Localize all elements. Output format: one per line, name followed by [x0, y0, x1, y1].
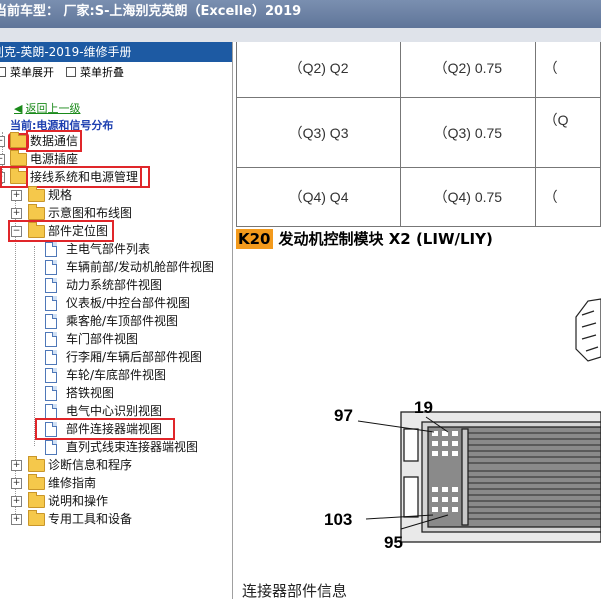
- table-cell: （: [534, 167, 601, 227]
- manual-header-text: 别克-英朗-2019-维修手册: [0, 45, 132, 59]
- table-cell: （Q4) Q4: [236, 167, 402, 227]
- expand-menu-label: 菜单展开: [10, 66, 54, 79]
- document-icon: [45, 242, 57, 257]
- table-cell: （Q3) 0.75: [400, 97, 536, 168]
- document-icon: [45, 332, 57, 347]
- collapse-menu-label: 菜单折叠: [80, 66, 124, 79]
- tree-item-label: 规格: [48, 188, 73, 202]
- content-pane: （Q2) Q2 （Q2) 0.75 （ （Q3) Q3 （Q3) 0.75 （Q…: [236, 42, 601, 599]
- table-cell: （: [534, 42, 601, 98]
- expand-toggle-icon[interactable]: +: [0, 154, 5, 165]
- expand-icon: [0, 67, 6, 77]
- document-icon: [45, 440, 57, 455]
- document-icon: [45, 350, 57, 365]
- tree-item-label: 说明和操作: [48, 494, 109, 508]
- connector-info-heading: 连接器部件信息: [242, 582, 348, 599]
- table-cell: （Q2) 0.75: [400, 42, 536, 98]
- section-heading: K20 发动机控制模块 X2 (LIW/LIY): [236, 228, 493, 249]
- expand-toggle-icon[interactable]: +: [11, 496, 22, 507]
- folder-icon: [28, 186, 45, 202]
- tree-item-label: 示意图和布线图: [48, 206, 133, 220]
- tree-item-label: 车门部件视图: [66, 332, 139, 346]
- menu-toolbar: 菜单展开 菜单折叠: [0, 62, 232, 84]
- table-row: （Q3) Q3 （Q3) 0.75 （Q: [236, 97, 601, 168]
- folder-icon: [28, 204, 45, 220]
- collapse-icon: [66, 67, 76, 77]
- back-link-label: 返回上一级: [25, 102, 81, 115]
- folder-icon: [10, 150, 27, 166]
- tree-item-label: 车辆前部/发动机舱部件视图: [66, 260, 215, 274]
- document-icon: [45, 260, 57, 275]
- collapse-menu-button[interactable]: 菜单折叠: [66, 62, 124, 84]
- pin-table: （Q2) Q2 （Q2) 0.75 （ （Q3) Q3 （Q3) 0.75 （Q…: [236, 42, 601, 227]
- expand-toggle-icon[interactable]: +: [11, 190, 22, 201]
- folder-icon: [28, 492, 45, 508]
- folder-icon: [28, 510, 45, 526]
- tree-item-label: 电气中心识别视图: [66, 404, 163, 418]
- expand-toggle-icon[interactable]: +: [0, 136, 5, 147]
- document-icon: [45, 368, 57, 383]
- tree-item-label: 数据通信: [25, 130, 83, 152]
- tree-item-label: 维修指南: [48, 476, 97, 490]
- back-arrow-icon: ◀: [14, 102, 23, 115]
- current-location: 当前:电源和信号分布: [10, 119, 114, 132]
- expand-toggle-icon[interactable]: +: [11, 478, 22, 489]
- expand-menu-button[interactable]: 菜单展开: [0, 62, 54, 84]
- tree-item-label: 车轮/车底部件视图: [66, 368, 167, 382]
- table-cell: （Q4) 0.75: [400, 167, 536, 227]
- tree-item-label: 电源插座: [30, 152, 79, 166]
- folder-icon: [8, 132, 29, 150]
- pin-label: 19: [414, 398, 433, 417]
- highlight-box: [8, 220, 114, 242]
- table-cell: （Q3) Q3: [236, 97, 402, 168]
- highlight-box: [35, 418, 175, 440]
- title-bar-text: 当前车型： 厂家:S-上海别克英朗（Excelle）2019: [0, 4, 302, 19]
- tree-connector: [34, 246, 35, 446]
- tree-item-label: 搭铁视图: [66, 386, 115, 400]
- table-row: （Q2) Q2 （Q2) 0.75 （: [236, 42, 601, 98]
- manual-header: 别克-英朗-2019-维修手册: [0, 42, 232, 62]
- tree-item-label: 专用工具和设备: [48, 512, 133, 526]
- tree-item-label: 行李厢/车辆后部部件视图: [66, 350, 203, 364]
- expand-toggle-icon[interactable]: +: [11, 460, 22, 471]
- document-icon: [45, 404, 57, 419]
- connector-side-view: [575, 298, 601, 362]
- document-icon: [45, 278, 57, 293]
- highlight-box: [0, 166, 150, 188]
- back-link[interactable]: ◀ 返回上一级: [14, 100, 80, 116]
- left-navigation-panel: 别克-英朗-2019-维修手册 菜单展开 菜单折叠 ◀ 返回上一级 当前:电源和信…: [0, 42, 233, 599]
- document-icon: [45, 314, 57, 329]
- pin-label: 95: [384, 533, 403, 552]
- document-icon: [45, 386, 57, 401]
- tree-connector: [15, 192, 16, 522]
- tree-item-label: 直列式线束连接器端视图: [66, 440, 199, 454]
- table-cell: （Q: [534, 97, 601, 168]
- pin-label: 97: [334, 406, 353, 425]
- title-bar: 当前车型： 厂家:S-上海别克英朗（Excelle）2019: [0, 0, 601, 29]
- document-icon: [45, 296, 57, 311]
- tree-item-label: 主电气部件列表: [66, 242, 151, 256]
- folder-icon: [28, 474, 45, 490]
- table-row: （Q4) Q4 （Q4) 0.75 （: [236, 167, 601, 227]
- tree-item-label: 乘客舱/车顶部件视图: [66, 314, 179, 328]
- pin-label: 103: [324, 510, 353, 529]
- expand-toggle-icon[interactable]: +: [11, 208, 22, 219]
- component-badge: K20: [236, 229, 273, 249]
- folder-icon: [28, 456, 45, 472]
- table-cell: （Q2) Q2: [236, 42, 402, 98]
- tree-item-label: 仪表板/中控台部件视图: [66, 296, 191, 310]
- tree-item-label: 动力系统部件视图: [66, 278, 163, 292]
- expand-toggle-icon[interactable]: +: [11, 514, 22, 525]
- tree-item-label: 诊断信息和程序: [48, 458, 133, 472]
- section-title: 发动机控制模块 X2 (LIW/LIY): [278, 230, 493, 248]
- title-bar-spacer: [0, 28, 601, 42]
